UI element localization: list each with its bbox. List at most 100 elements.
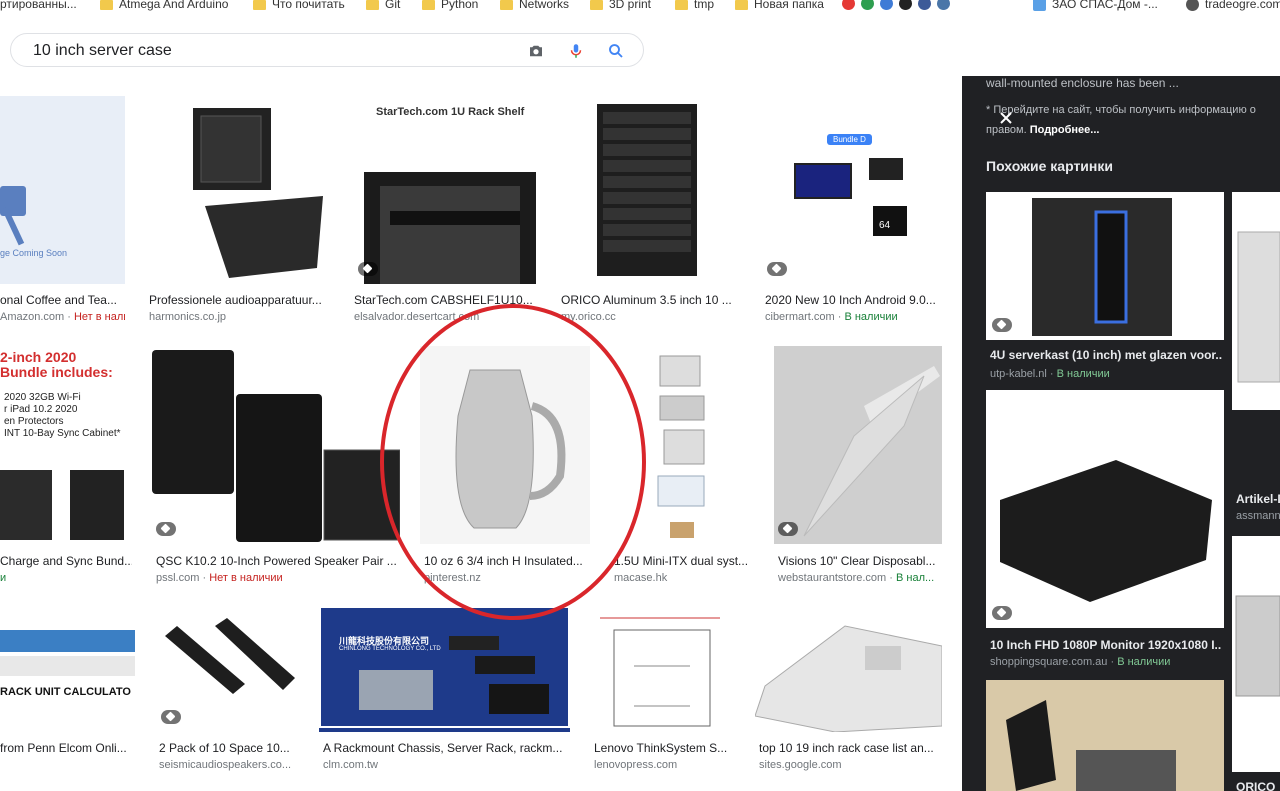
- bookmark-label: Networks: [519, 0, 570, 11]
- price-tag-icon: [358, 262, 378, 276]
- similar-image[interactable]: [1232, 536, 1280, 772]
- bookmark-folder[interactable]: Git: [366, 0, 400, 11]
- folder-icon: [500, 0, 513, 10]
- monitor-image: [1000, 460, 1212, 602]
- result-caption[interactable]: 1.5U Mini-ITX dual syst...: [614, 554, 754, 568]
- search-icon[interactable]: [607, 42, 625, 60]
- result-caption[interactable]: A Rackmount Chassis, Server Rack, rackm.…: [323, 741, 568, 755]
- bookmark-folder[interactable]: Новая папка: [735, 0, 824, 11]
- result-thumbnail[interactable]: [774, 346, 942, 544]
- result-thumbnail[interactable]: [755, 606, 942, 732]
- similar-image[interactable]: [1232, 192, 1280, 410]
- result-source: cibermart.com · В наличии: [765, 311, 898, 323]
- bookmark-label: Git: [385, 0, 401, 11]
- result-caption[interactable]: top 10 19 inch rack case list an...: [759, 741, 941, 755]
- folder-icon: [735, 0, 748, 10]
- result-thumbnail[interactable]: Bundle D 64: [761, 96, 942, 284]
- folder-icon: [253, 0, 266, 10]
- bookmark-site[interactable]: ЗАО СПАС-Дом -...: [1033, 0, 1158, 11]
- result-caption[interactable]: QSC K10.2 10-Inch Powered Speaker Pair .…: [156, 554, 396, 568]
- weather-icon[interactable]: [880, 0, 893, 10]
- price-tag-icon: [161, 710, 181, 724]
- globe-icon: [1186, 0, 1199, 11]
- result-caption[interactable]: ORICO Aluminum 3.5 inch 10 ...: [561, 293, 741, 307]
- camera-icon[interactable]: [527, 42, 545, 60]
- result-caption[interactable]: Visions 10" Clear Disposabl...: [778, 554, 940, 568]
- similar-image[interactable]: [986, 390, 1224, 628]
- similar-caption[interactable]: ORICO: [1236, 780, 1280, 791]
- similar-caption[interactable]: 10 Inch FHD 1080P Monitor 1920x1080 I...: [990, 638, 1222, 652]
- result-thumbnail[interactable]: RACK UNIT CALCULATO: [0, 606, 135, 732]
- promo-line: en Protectors: [4, 416, 64, 427]
- vk-icon[interactable]: [937, 0, 950, 10]
- result-thumbnail[interactable]: [152, 346, 400, 544]
- dimension-drawing-image: [600, 617, 720, 727]
- letter-t-icon[interactable]: [899, 0, 912, 10]
- microphone-icon[interactable]: [567, 42, 585, 60]
- bookmark-folder[interactable]: 3D print: [590, 0, 651, 11]
- cabinet-image: [1237, 231, 1280, 383]
- globe-icon[interactable]: [861, 0, 874, 10]
- result-source: lenovopress.com: [594, 759, 678, 771]
- bookmark-label: ЗАО СПАС-Дом -...: [1052, 0, 1158, 11]
- bookmark-site-icons: [842, 0, 950, 10]
- result-source: elsalvador.desertcart.com: [354, 311, 480, 323]
- price-tag-icon: [992, 606, 1012, 620]
- memory-card-text: 64: [879, 220, 891, 231]
- result-source: clm.com.tw: [323, 759, 378, 771]
- result-caption[interactable]: StarTech.com CABSHELF1U10...: [354, 293, 534, 307]
- result-source: my.orico.cc: [561, 311, 616, 323]
- folder-icon: [590, 0, 603, 10]
- result-source: sites.google.com: [759, 759, 842, 771]
- result-caption[interactable]: 2020 New 10 Inch Android 9.0...: [765, 293, 940, 307]
- thermal-carafe-image: [455, 369, 566, 529]
- bookmark-label: 3D print: [609, 0, 652, 11]
- result-thumbnail[interactable]: ge Coming Soon: [0, 96, 125, 284]
- folder-icon: [366, 0, 379, 10]
- similar-caption[interactable]: Artikel-D: [1236, 492, 1280, 506]
- price-tag-icon: [767, 262, 787, 276]
- preview-description: wall-mounted enclosure has been ...: [986, 76, 1179, 90]
- result-caption[interactable]: Charge and Sync Bund...: [0, 554, 132, 568]
- promo-heading: Bundle includes:: [0, 364, 113, 380]
- bookmarks-bar: ртированны... Atmega And Arduino Что поч…: [0, 0, 1280, 14]
- similar-image[interactable]: [986, 680, 1224, 791]
- result-thumbnail[interactable]: [557, 96, 741, 284]
- bookmark-folder[interactable]: ртированны...: [0, 0, 77, 11]
- result-thumbnail[interactable]: [155, 606, 299, 732]
- result-thumbnail[interactable]: 川龍科技股份有限公司 CHINLONG TECHNOLOGY CO., LTD: [319, 606, 570, 732]
- result-thumbnail[interactable]: [590, 606, 735, 732]
- result-caption[interactable]: from Penn Elcom Onli...: [0, 741, 135, 755]
- result-caption[interactable]: Professionele audioapparatuur...: [149, 293, 329, 307]
- bookmark-site[interactable]: tradeogre.com: [1186, 0, 1280, 11]
- result-thumbnail[interactable]: [145, 96, 330, 284]
- result-source: pssl.com · Нет в наличии: [156, 572, 283, 584]
- result-thumbnail[interactable]: [610, 346, 754, 544]
- bookmark-label: Python: [441, 0, 479, 11]
- car-icon[interactable]: [842, 0, 855, 10]
- bookmark-folder[interactable]: Atmega And Arduino: [100, 0, 228, 11]
- result-caption[interactable]: Lenovo ThinkSystem S...: [594, 741, 734, 755]
- bookmark-folder[interactable]: tmp: [675, 0, 714, 11]
- result-caption[interactable]: 2 Pack of 10 Space 10...: [159, 741, 299, 755]
- bookmark-folder[interactable]: Что почитать: [253, 0, 345, 11]
- more-link[interactable]: Подробнее...: [1030, 124, 1100, 136]
- result-thumbnail[interactable]: [420, 346, 590, 544]
- promo-line: r iPad 10.2 2020: [4, 404, 78, 415]
- tablet-bundle-image: [794, 158, 907, 236]
- close-icon[interactable]: [998, 110, 1014, 126]
- emblem-icon[interactable]: [918, 0, 931, 10]
- folder-icon: [675, 0, 688, 10]
- result-caption[interactable]: 10 oz 6 3/4 inch H Insulated...: [424, 554, 588, 568]
- similar-source: utp-kabel.nl · В наличии: [990, 368, 1110, 380]
- similar-caption[interactable]: 4U serverkast (10 inch) met glazen voor.…: [990, 348, 1222, 362]
- bookmark-label: ртированны...: [0, 0, 77, 11]
- bookmark-folder[interactable]: Networks: [500, 0, 569, 11]
- bookmark-folder[interactable]: Python: [422, 0, 478, 11]
- search-input[interactable]: [31, 40, 515, 62]
- result-thumbnail[interactable]: 2-inch 2020 Bundle includes: 2020 32GB W…: [0, 346, 132, 544]
- calculator-title: RACK UNIT CALCULATO: [0, 686, 131, 698]
- result-thumbnail[interactable]: StarTech.com 1U Rack Shelf: [350, 96, 538, 284]
- result-caption[interactable]: onal Coffee and Tea...: [0, 293, 125, 307]
- similar-image[interactable]: [986, 192, 1224, 340]
